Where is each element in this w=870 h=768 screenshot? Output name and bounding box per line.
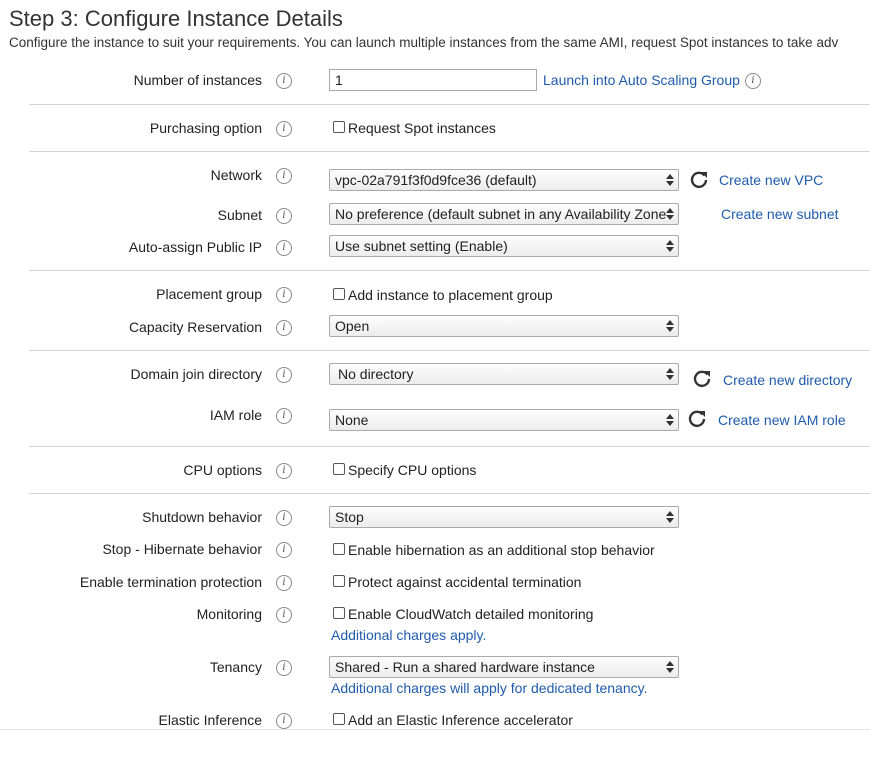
create-new-subnet-link[interactable]: Create new subnet bbox=[721, 206, 839, 222]
select-arrows-icon bbox=[666, 414, 674, 426]
subnet-label: Subnet bbox=[217, 207, 262, 223]
monitoring-label: Monitoring bbox=[196, 606, 262, 622]
network-select[interactable]: vpc-02a791f3f0d9fce36 (default) bbox=[329, 169, 679, 191]
info-icon[interactable]: i bbox=[276, 287, 292, 303]
select-arrows-icon bbox=[666, 174, 674, 186]
placement-group-checkbox-label: Add instance to placement group bbox=[348, 287, 553, 303]
capacity-selected-value: Open bbox=[335, 318, 370, 334]
create-new-vpc-link[interactable]: Create new VPC bbox=[719, 172, 823, 188]
request-spot-checkbox[interactable] bbox=[333, 121, 345, 133]
launch-auto-scaling-link[interactable]: Launch into Auto Scaling Group bbox=[543, 72, 740, 88]
select-arrows-icon bbox=[666, 240, 674, 252]
info-icon[interactable]: i bbox=[276, 713, 292, 729]
tenancy-select[interactable]: Shared - Run a shared hardware instance bbox=[329, 656, 679, 678]
domain-join-directory-select[interactable]: No directory bbox=[329, 363, 679, 385]
elastic-inference-checkbox[interactable] bbox=[333, 713, 345, 725]
subnet-selected-value: No preference (default subnet in any Ava… bbox=[335, 206, 667, 222]
termination-protection-checkbox-label: Protect against accidental termination bbox=[348, 574, 582, 590]
tenancy-selected-value: Shared - Run a shared hardware instance bbox=[335, 659, 595, 675]
elastic-inference-checkbox-label: Add an Elastic Inference accelerator bbox=[348, 712, 573, 728]
iam-role-label: IAM role bbox=[209, 407, 262, 423]
number-of-instances-label: Number of instances bbox=[133, 72, 262, 88]
iam-role-select[interactable]: None bbox=[329, 409, 679, 431]
domain-selected-value: No directory bbox=[338, 366, 414, 382]
page-footer bbox=[0, 729, 870, 768]
purchasing-option-label: Purchasing option bbox=[149, 120, 262, 136]
shutdown-behavior-label: Shutdown behavior bbox=[142, 509, 262, 525]
cpu-options-checkbox[interactable] bbox=[333, 463, 345, 475]
divider bbox=[29, 104, 870, 105]
info-icon[interactable]: i bbox=[276, 607, 292, 623]
create-new-directory-link[interactable]: Create new directory bbox=[723, 372, 852, 388]
select-arrows-icon bbox=[666, 511, 674, 523]
info-icon[interactable]: i bbox=[276, 73, 292, 89]
info-icon[interactable]: i bbox=[276, 660, 292, 676]
divider bbox=[29, 446, 870, 447]
info-icon[interactable]: i bbox=[276, 240, 292, 256]
hibernation-checkbox[interactable] bbox=[333, 543, 345, 555]
info-icon[interactable]: i bbox=[276, 168, 292, 184]
tenancy-charges-link[interactable]: Additional charges will apply for dedica… bbox=[331, 680, 647, 696]
hibernation-checkbox-label: Enable hibernation as an additional stop… bbox=[348, 542, 655, 558]
select-arrows-icon bbox=[666, 208, 674, 220]
create-new-iam-role-link[interactable]: Create new IAM role bbox=[718, 412, 846, 428]
domain-join-directory-label: Domain join directory bbox=[130, 366, 263, 382]
request-spot-label: Request Spot instances bbox=[348, 120, 496, 136]
divider bbox=[29, 350, 870, 351]
hibernate-behavior-label: Stop - Hibernate behavior bbox=[102, 541, 262, 557]
auto-assign-public-ip-select[interactable]: Use subnet setting (Enable) bbox=[329, 235, 679, 257]
cpu-options-checkbox-label: Specify CPU options bbox=[348, 462, 477, 478]
refresh-icon[interactable] bbox=[692, 369, 712, 389]
info-icon[interactable]: i bbox=[276, 121, 292, 137]
info-icon[interactable]: i bbox=[276, 575, 292, 591]
select-arrows-icon bbox=[666, 368, 674, 380]
info-icon[interactable]: i bbox=[276, 367, 292, 383]
select-arrows-icon bbox=[666, 661, 674, 673]
tenancy-label: Tenancy bbox=[209, 659, 262, 675]
info-icon[interactable]: i bbox=[276, 408, 292, 424]
page-description: Configure the instance to suit your requ… bbox=[9, 35, 839, 50]
network-selected-value: vpc-02a791f3f0d9fce36 (default) bbox=[335, 172, 537, 188]
cloudwatch-monitoring-checkbox-label: Enable CloudWatch detailed monitoring bbox=[348, 606, 594, 622]
elastic-inference-label: Elastic Inference bbox=[158, 712, 263, 728]
info-icon[interactable]: i bbox=[745, 73, 761, 89]
number-of-instances-input[interactable]: 1 bbox=[329, 69, 537, 91]
iam-selected-value: None bbox=[335, 412, 369, 428]
cpu-options-label: CPU options bbox=[183, 462, 262, 478]
refresh-icon[interactable] bbox=[687, 409, 707, 429]
info-icon[interactable]: i bbox=[276, 208, 292, 224]
cloudwatch-monitoring-checkbox[interactable] bbox=[333, 607, 345, 619]
page-title: Step 3: Configure Instance Details bbox=[9, 6, 343, 31]
divider bbox=[29, 151, 870, 152]
subnet-select[interactable]: No preference (default subnet in any Ava… bbox=[329, 203, 679, 225]
info-icon[interactable]: i bbox=[276, 463, 292, 479]
shutdown-selected-value: Stop bbox=[335, 509, 364, 525]
termination-protection-label: Enable termination protection bbox=[79, 574, 262, 590]
shutdown-behavior-select[interactable]: Stop bbox=[329, 506, 679, 528]
refresh-icon[interactable] bbox=[689, 170, 709, 190]
capacity-reservation-select[interactable]: Open bbox=[329, 315, 679, 337]
placement-group-checkbox[interactable] bbox=[333, 288, 345, 300]
monitoring-charges-link[interactable]: Additional charges apply. bbox=[331, 627, 486, 643]
divider bbox=[29, 493, 870, 494]
info-icon[interactable]: i bbox=[276, 542, 292, 558]
network-label: Network bbox=[210, 167, 262, 183]
termination-protection-checkbox[interactable] bbox=[333, 575, 345, 587]
select-arrows-icon bbox=[666, 320, 674, 332]
info-icon[interactable]: i bbox=[276, 320, 292, 336]
info-icon[interactable]: i bbox=[276, 510, 292, 526]
auto-assign-public-ip-label: Auto-assign Public IP bbox=[128, 239, 262, 255]
capacity-reservation-label: Capacity Reservation bbox=[128, 319, 262, 335]
divider bbox=[29, 270, 870, 271]
public-ip-selected-value: Use subnet setting (Enable) bbox=[335, 238, 508, 254]
placement-group-label: Placement group bbox=[156, 286, 262, 302]
